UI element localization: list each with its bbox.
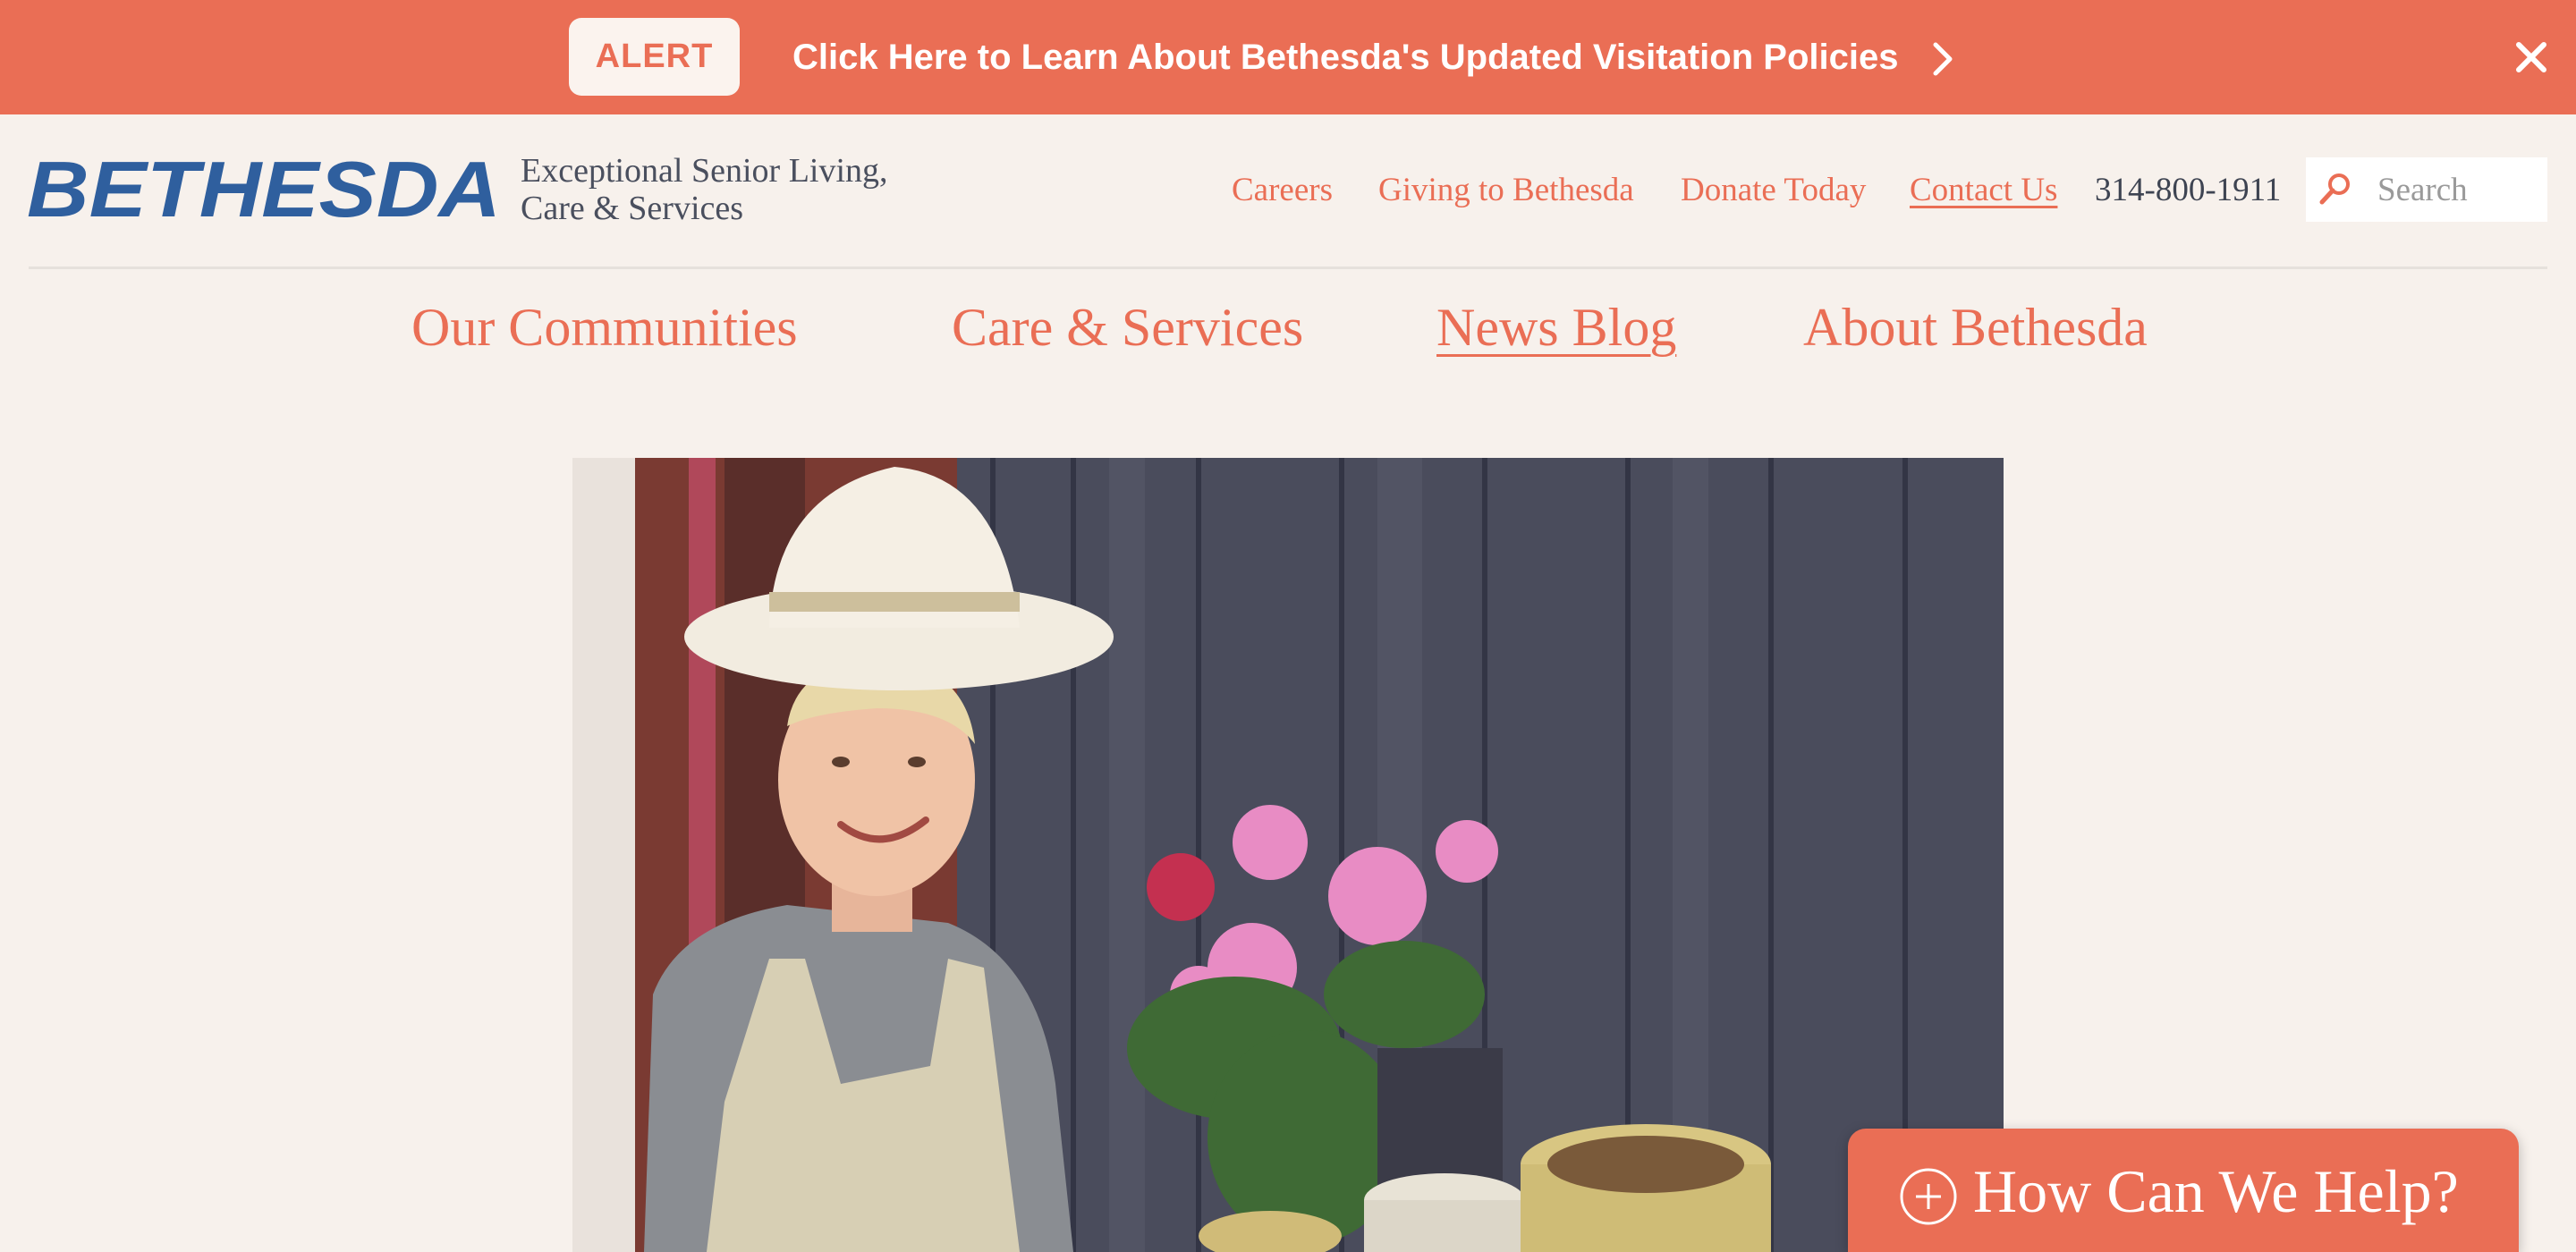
- nav-news-blog[interactable]: News Blog: [1436, 292, 1676, 363]
- plus-circle-icon: [1900, 1168, 1957, 1225]
- search-box: [2306, 157, 2547, 222]
- help-label: How Can We Help?: [1973, 1156, 2459, 1225]
- close-icon[interactable]: [2513, 39, 2549, 75]
- chevron-right-icon[interactable]: [1925, 39, 1961, 79]
- hero-image: [572, 458, 2004, 1252]
- bethesda-logo[interactable]: BETHESDA: [27, 152, 504, 224]
- header-divider: [29, 266, 2547, 269]
- alert-badge: ALERT: [569, 18, 740, 96]
- search-input[interactable]: [2377, 163, 2538, 216]
- alert-bar: ALERT Click Here to Learn About Bethesda…: [0, 0, 2576, 114]
- tagline: Exceptional Senior Living, Care & Servic…: [521, 152, 932, 227]
- nav-our-communities[interactable]: Our Communities: [411, 292, 798, 363]
- nav-care-services[interactable]: Care & Services: [952, 292, 1303, 363]
- tagline-line-2: Care & Services: [521, 190, 744, 227]
- phone-number[interactable]: 314-800-1911: [2095, 166, 2281, 213]
- contact-link[interactable]: Contact Us: [1910, 166, 2057, 213]
- giving-link[interactable]: Giving to Bethesda: [1378, 166, 1634, 213]
- logo-text: BETHESDA: [27, 152, 501, 224]
- how-can-we-help-button[interactable]: How Can We Help?: [1848, 1129, 2519, 1252]
- nav-about-bethesda[interactable]: About Bethesda: [1803, 292, 2148, 363]
- tagline-line-1: Exceptional Senior Living,: [521, 152, 888, 190]
- careers-link[interactable]: Careers: [1232, 166, 1333, 213]
- visitation-policy-link[interactable]: Click Here to Learn About Bethesda's Upd…: [792, 30, 1898, 84]
- donate-link[interactable]: Donate Today: [1681, 166, 1866, 213]
- search-icon[interactable]: [2315, 170, 2354, 209]
